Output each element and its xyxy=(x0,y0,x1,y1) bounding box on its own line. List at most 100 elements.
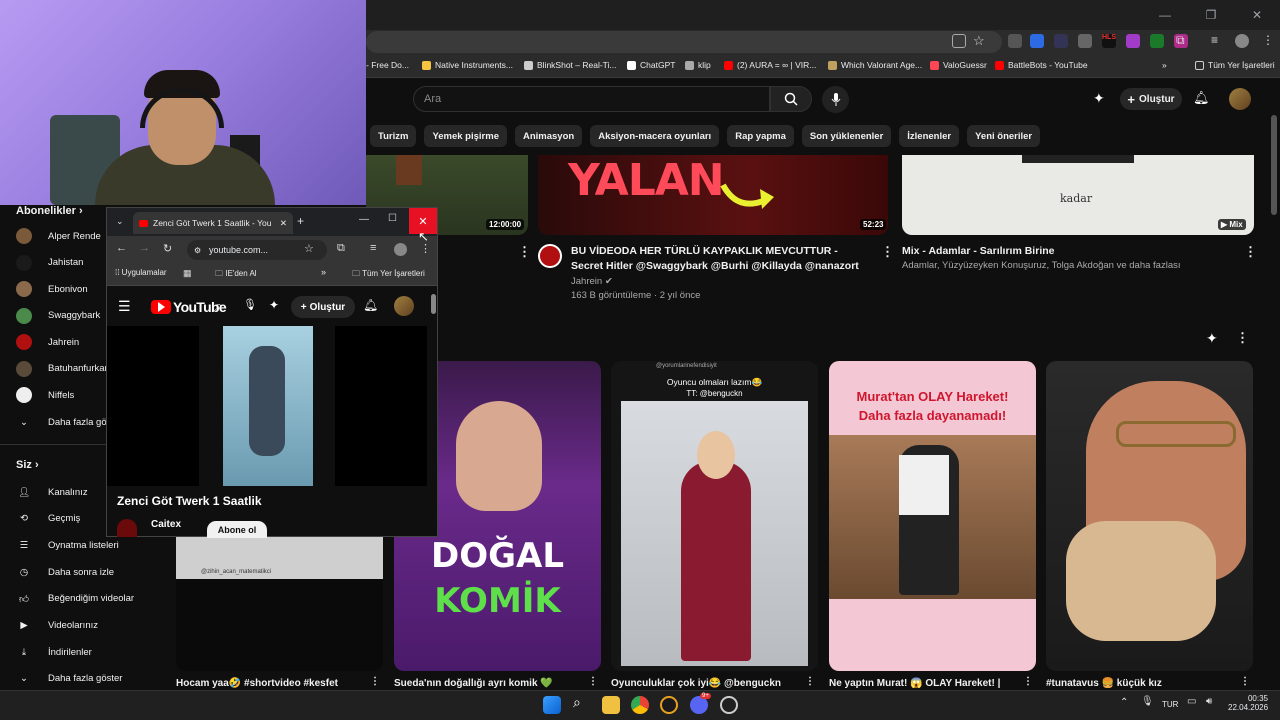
sidebar-item[interactable]: ☰ Oynatma listeleri xyxy=(16,535,119,555)
volume-icon[interactable]: 🔊︎ xyxy=(1206,696,1212,707)
filter-chip[interactable]: Rap yapma xyxy=(727,125,794,147)
more-options-icon[interactable]: ⋮ xyxy=(1023,676,1033,687)
bookmarks-more-button[interactable]: » xyxy=(1162,60,1167,70)
channel-avatar[interactable] xyxy=(117,519,137,537)
star-icon[interactable]: ☆ xyxy=(973,33,985,49)
sidebar-channel[interactable]: Ebonivon xyxy=(16,279,88,299)
translate-icon[interactable] xyxy=(1030,34,1044,48)
page-scrollbar[interactable] xyxy=(1271,115,1277,215)
you-heading[interactable]: Siz › xyxy=(16,459,39,471)
short-thumbnail[interactable]: @zihin_acan_matematikci xyxy=(176,537,383,671)
more-options-icon[interactable]: ⋮ xyxy=(588,676,598,687)
search-input[interactable]: Ara xyxy=(413,86,770,112)
show-more-subscriptions[interactable]: ⌄ Daha fazla gö xyxy=(16,412,107,432)
minimize-icon[interactable]: — xyxy=(359,214,369,225)
short-title[interactable]: Sueda'nın doğallığı ayrı komik 💚 xyxy=(394,678,553,689)
sidebar-channel[interactable]: Jahistan xyxy=(16,253,83,273)
address-bar[interactable] xyxy=(366,31,1002,53)
sidebar-item[interactable]: ⟲ Geçmiş xyxy=(16,509,80,529)
more-options-icon[interactable]: ⋮ xyxy=(1244,244,1257,260)
close-window-button[interactable]: ✕ xyxy=(1234,0,1280,30)
video-title[interactable]: Mix - Adamlar - Sarılırım Birine xyxy=(902,244,1232,259)
hls-extension-icon[interactable]: HLS xyxy=(1102,34,1116,48)
video-thumbnail[interactable]: kadar xyxy=(902,155,1254,235)
account-avatar[interactable] xyxy=(1229,88,1251,110)
sidebar-item[interactable]: 👍︎ Beğendiğim videolar xyxy=(16,589,134,609)
media-controls-icon[interactable]: ≡ xyxy=(1211,33,1218,47)
grid-icon[interactable]: ▦ xyxy=(183,268,192,279)
short-thumbnail[interactable]: Murat'tan OLAY Hareket! Daha fazla dayan… xyxy=(829,361,1036,671)
short-title[interactable]: Ne yaptın Murat! 😱 OLAY Hareket! | xyxy=(829,678,1000,689)
mini-scrollbar[interactable] xyxy=(431,294,436,314)
channel-name[interactable]: Jahrein ✔︎ xyxy=(571,275,613,289)
install-app-icon[interactable] xyxy=(952,34,966,48)
channel-avatar[interactable] xyxy=(538,244,562,268)
forward-icon[interactable]: → xyxy=(139,242,150,254)
channel-name[interactable]: Adamlar, Yüzyüzeyken Konuşuruz, Tolga Ak… xyxy=(902,259,1232,273)
new-tab-icon[interactable]: + xyxy=(297,214,304,228)
steam-icon[interactable] xyxy=(720,696,738,714)
close-tab-icon[interactable]: ✕ xyxy=(280,218,287,229)
sidebar-channel[interactable]: Swaggybark xyxy=(16,306,100,326)
extension-icon[interactable] xyxy=(1150,34,1164,48)
short-thumbnail[interactable]: @yorumlarinefendisiyit Oyuncu olmaları l… xyxy=(611,361,818,671)
chrome-icon[interactable] xyxy=(631,696,649,714)
extensions-icon[interactable]: ⧉ xyxy=(337,242,345,255)
bookmark-item[interactable]: BlinkShot – Real-Ti... xyxy=(524,60,617,70)
puzzle-icon[interactable]: ⧉ xyxy=(1176,33,1185,48)
filter-chip[interactable]: Yemek pişirme xyxy=(424,125,507,147)
minimize-button[interactable]: — xyxy=(1142,0,1188,30)
sidebar-item[interactable]: 👤︎ Kanalınız xyxy=(16,482,88,502)
more-options-icon[interactable]: ⋮ xyxy=(805,676,815,687)
all-bookmarks[interactable]: 🗀︎ Tüm Yer İşaretleri xyxy=(352,268,425,282)
video-title[interactable]: BU VİDEODA HER TÜRLÜ KAYPAKLIK MEVCUTTUR… xyxy=(571,244,871,274)
mini-channel-name[interactable]: Caitex xyxy=(151,519,181,530)
mini-create-button[interactable]: + Oluştur xyxy=(291,296,355,318)
bookmark-item[interactable]: BattleBots - YouTube xyxy=(995,60,1088,70)
tab-search-icon[interactable]: ⌄ xyxy=(116,216,124,227)
bookmarks-more-icon[interactable]: » xyxy=(321,267,326,277)
mini-browser-window[interactable]: ⌄ Zenci Göt Twerk 1 Saatlik - You ✕ + — … xyxy=(106,207,438,538)
voice-search-button[interactable] xyxy=(822,86,849,113)
back-icon[interactable]: ← xyxy=(116,242,127,254)
media-controls-icon[interactable]: ≡ xyxy=(370,242,376,254)
bookmark-item[interactable]: - Free Do... xyxy=(366,60,409,70)
sidebar-item[interactable]: ▶︎ Videolarınız xyxy=(16,616,98,636)
language-indicator[interactable]: TUR xyxy=(1162,700,1178,709)
clock[interactable]: 00:35 22.04.2026 xyxy=(1228,694,1268,712)
extension-icon[interactable] xyxy=(1054,34,1068,48)
star-icon[interactable]: ☆ xyxy=(304,242,314,255)
create-button[interactable]: + Oluştur xyxy=(1120,88,1182,110)
hamburger-menu-icon[interactable]: ☰ xyxy=(118,298,131,315)
filter-chip[interactable]: Yeni öneriler xyxy=(967,125,1041,147)
short-title[interactable]: Oyunculuklar çok iyi😂 @benguckn xyxy=(611,678,781,689)
shorts-more-icon[interactable]: ⋮ xyxy=(1236,330,1249,346)
download-icon[interactable] xyxy=(1078,34,1092,48)
gemini-icon[interactable]: ✦ xyxy=(269,298,279,312)
windows-start-icon[interactable] xyxy=(543,696,561,714)
extension-icon[interactable] xyxy=(1126,34,1140,48)
more-options-icon[interactable]: ⋮ xyxy=(518,244,531,260)
maximize-icon[interactable]: ☐ xyxy=(388,213,397,224)
apps-bookmark[interactable]: ⁞⁞ Uygulamalar xyxy=(115,268,167,277)
filter-chip[interactable]: Turizm xyxy=(370,125,417,147)
notifications-bell-icon[interactable]: 🔔︎ xyxy=(363,298,378,312)
bookmark-item[interactable]: ValoGuessr xyxy=(930,60,987,70)
sidebar-channel[interactable]: Niffels xyxy=(16,385,74,405)
gemini-icon[interactable]: ✦ xyxy=(1093,90,1105,107)
sidebar-channel[interactable]: Batuhanfurkan xyxy=(16,359,110,379)
video-thumbnail[interactable]: YALAN xyxy=(538,155,888,235)
more-options-icon[interactable]: ⋮ xyxy=(881,244,894,260)
sidebar-item[interactable]: ◷ Daha sonra izle xyxy=(16,562,114,582)
mic-icon[interactable]: 🎙︎ xyxy=(243,298,257,311)
filter-chip[interactable]: İzlenenler xyxy=(899,125,960,147)
bookmark-item[interactable]: Native Instruments... xyxy=(422,60,513,70)
subscribe-button[interactable]: Abone ol xyxy=(207,521,267,538)
short-title[interactable]: #tunatavus 🍔 küçük kız xyxy=(1046,678,1162,689)
profile-avatar-icon[interactable] xyxy=(394,243,407,256)
maximize-button[interactable]: ❐ xyxy=(1188,0,1234,30)
more-options-icon[interactable]: ⋮ xyxy=(1240,676,1250,687)
file-explorer-icon[interactable] xyxy=(602,696,620,714)
extension-icon[interactable] xyxy=(1008,34,1022,48)
bookmark-item[interactable]: ChatGPT xyxy=(627,60,675,70)
